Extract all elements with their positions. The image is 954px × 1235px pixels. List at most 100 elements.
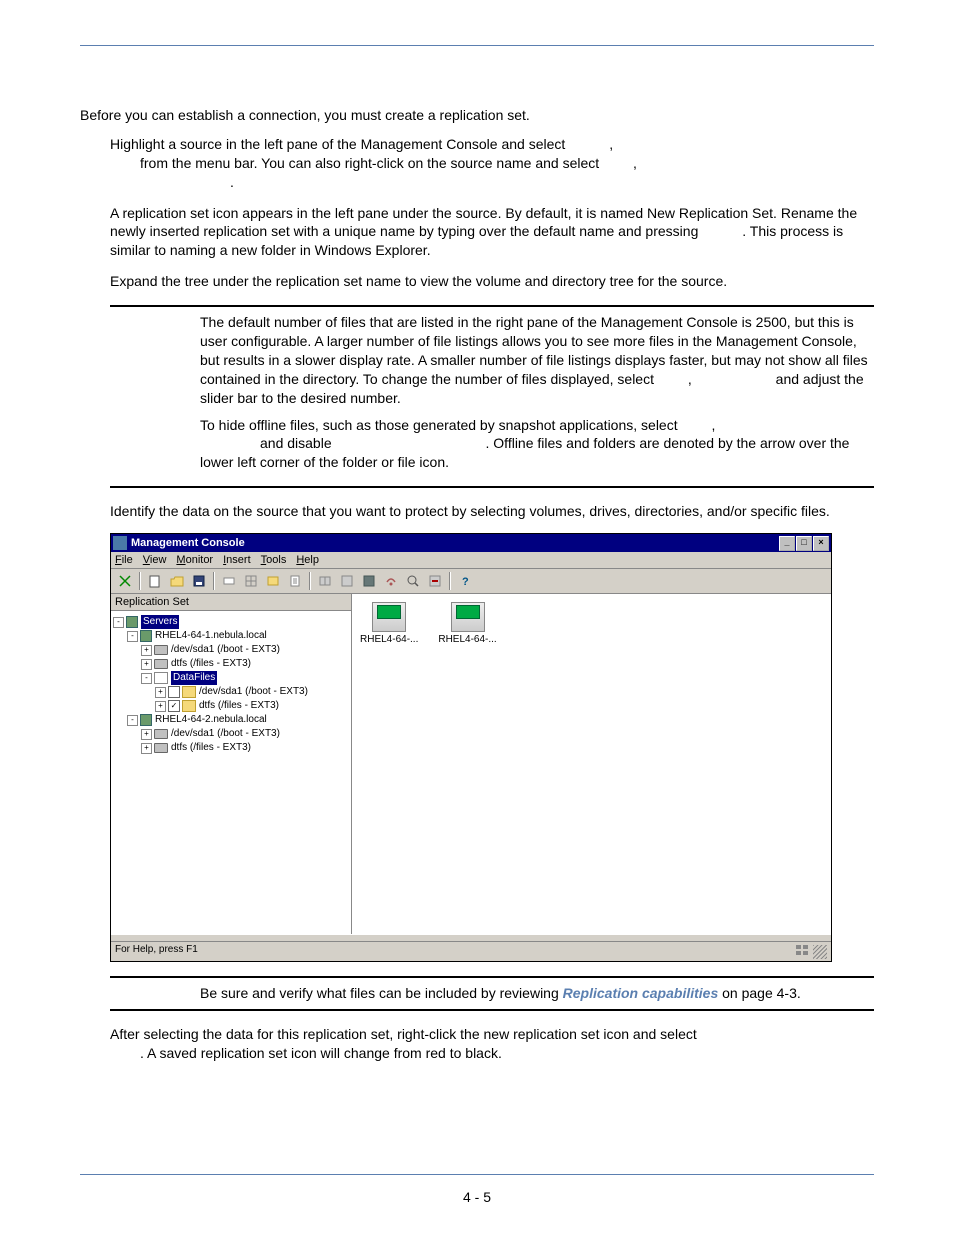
server-large-icon <box>451 602 485 632</box>
expand-icon[interactable]: - <box>127 631 138 642</box>
menu-tools[interactable]: Tools <box>261 554 287 566</box>
menu-help[interactable]: Help <box>296 554 319 566</box>
host-icon <box>140 714 152 726</box>
status-text: For Help, press F1 <box>115 944 198 959</box>
replication-capabilities-link[interactable]: Replication capabilities <box>563 985 719 1001</box>
checkbox-checked[interactable]: ✓ <box>168 700 180 712</box>
step-2: A replication set icon appears in the le… <box>110 204 874 261</box>
note-1: The default number of files that are lis… <box>110 305 874 488</box>
tree-view[interactable]: -Servers -RHEL4-64-1.nebula.local +/dev/… <box>111 611 351 934</box>
expand-icon[interactable]: - <box>141 673 152 684</box>
step1-comma2: , <box>633 155 637 171</box>
note1-p1b: and adjust the <box>776 371 864 387</box>
toolbar-save-icon[interactable] <box>189 571 209 591</box>
note-2: Be sure and verify what files can be inc… <box>110 976 874 1011</box>
note1-c1: , <box>688 371 692 387</box>
window-titlebar[interactable]: Management Console _ □ × <box>111 534 831 552</box>
toolbar-icon-9[interactable] <box>315 571 335 591</box>
resize-grip[interactable] <box>813 945 827 959</box>
step-4: Identify the data on the source that you… <box>110 502 874 521</box>
folder-icon <box>182 686 196 698</box>
host-icon <box>140 630 152 642</box>
step5-b: . A saved replication set icon will chan… <box>140 1045 502 1061</box>
tree-host2-dtfs[interactable]: dtfs (/files - EXT3) <box>171 741 251 755</box>
management-console-window: Management Console _ □ × File View Monit… <box>110 533 832 962</box>
expand-icon[interactable]: + <box>141 743 152 754</box>
toolbar-icon-13[interactable] <box>403 571 423 591</box>
note1-p1a: The default number of files that are lis… <box>200 314 868 387</box>
toolbar-icon-11[interactable] <box>359 571 379 591</box>
statusbar-icon <box>795 944 809 959</box>
app-icon <box>113 536 127 550</box>
step1-line1: Highlight a source in the left pane of t… <box>110 136 565 152</box>
note1-c2: , <box>712 417 716 433</box>
expand-icon[interactable]: + <box>141 645 152 656</box>
drive-icon <box>154 743 168 753</box>
step5-a: After selecting the data for this replic… <box>110 1026 697 1042</box>
note1-p1c: slider bar to the desired number. <box>200 390 401 406</box>
toolbar: ? <box>111 569 831 594</box>
window-title: Management Console <box>131 537 779 549</box>
expand-icon[interactable]: - <box>113 617 124 628</box>
maximize-button[interactable]: □ <box>796 536 812 551</box>
list-item[interactable]: RHEL4-64-... <box>360 602 418 645</box>
list-item[interactable]: RHEL4-64-... <box>438 602 496 645</box>
left-pane: Replication Set -Servers -RHEL4-64-1.neb… <box>111 594 352 934</box>
toolbar-icon-12[interactable] <box>381 571 401 591</box>
drive-icon <box>154 645 168 655</box>
folder-icon <box>182 700 196 712</box>
toolbar-icon-6[interactable] <box>241 571 261 591</box>
toolbar-open-icon[interactable] <box>167 571 187 591</box>
minimize-button[interactable]: _ <box>779 536 795 551</box>
page-number: 4 - 5 <box>0 1189 954 1205</box>
status-bar: For Help, press F1 <box>111 941 831 961</box>
expand-icon[interactable]: - <box>127 715 138 726</box>
expand-icon[interactable]: + <box>155 687 166 698</box>
tree-repset[interactable]: DataFiles <box>171 671 217 685</box>
expand-icon[interactable]: + <box>155 701 166 712</box>
drive-icon <box>154 729 168 739</box>
toolbar-new-icon[interactable] <box>145 571 165 591</box>
expand-icon[interactable]: + <box>141 729 152 740</box>
svg-text:?: ? <box>462 576 469 588</box>
tree-root[interactable]: Servers <box>141 615 179 629</box>
tree-host1-dtfs[interactable]: dtfs (/files - EXT3) <box>171 657 251 671</box>
menu-file[interactable]: File <box>115 554 133 566</box>
tree-rs-sda[interactable]: /dev/sda1 (/boot - EXT3) <box>199 685 308 699</box>
close-button[interactable]: × <box>813 536 829 551</box>
server-large-icon <box>372 602 406 632</box>
step-1: Highlight a source in the left pane of t… <box>110 135 874 192</box>
step-3: Expand the tree under the replication se… <box>110 272 874 291</box>
checkbox-unchecked[interactable] <box>168 686 180 698</box>
note1-p2a: To hide offline files, such as those gen… <box>200 417 678 433</box>
menu-insert[interactable]: Insert <box>223 554 251 566</box>
left-pane-header: Replication Set <box>111 594 351 611</box>
tree-rs-dtfs[interactable]: dtfs (/files - EXT3) <box>199 699 279 713</box>
expand-icon[interactable]: + <box>141 659 152 670</box>
toolbar-icon-14[interactable] <box>425 571 445 591</box>
toolbar-icon-8[interactable] <box>285 571 305 591</box>
toolbar-icon-7[interactable] <box>263 571 283 591</box>
note1-p2b: and disable <box>260 435 332 451</box>
step1-line2: from the menu bar. You can also right-cl… <box>140 155 599 171</box>
menu-bar[interactable]: File View Monitor Insert Tools Help <box>111 552 831 569</box>
tree-host1-sda[interactable]: /dev/sda1 (/boot - EXT3) <box>171 643 280 657</box>
toolbar-help-icon[interactable]: ? <box>455 571 475 591</box>
note2-a: Be sure and verify what files can be inc… <box>200 985 563 1001</box>
toolbar-icon-10[interactable] <box>337 571 357 591</box>
toolbar-icon-1[interactable] <box>115 571 135 591</box>
tree-host1[interactable]: RHEL4-64-1.nebula.local <box>155 629 267 643</box>
step1-dot: . <box>230 174 234 190</box>
tree-host2[interactable]: RHEL4-64-2.nebula.local <box>155 713 267 727</box>
step-5: After selecting the data for this replic… <box>110 1025 874 1063</box>
repset-icon <box>154 672 168 684</box>
tree-host2-sda[interactable]: /dev/sda1 (/boot - EXT3) <box>171 727 280 741</box>
toolbar-icon-5[interactable] <box>219 571 239 591</box>
item-label-2: RHEL4-64-... <box>438 634 496 645</box>
menu-monitor[interactable]: Monitor <box>176 554 213 566</box>
right-pane[interactable]: RHEL4-64-... RHEL4-64-... <box>352 594 831 934</box>
item-label-1: RHEL4-64-... <box>360 634 418 645</box>
intro-text: Before you can establish a connection, y… <box>80 106 874 125</box>
menu-view[interactable]: View <box>143 554 167 566</box>
drive-icon <box>154 659 168 669</box>
